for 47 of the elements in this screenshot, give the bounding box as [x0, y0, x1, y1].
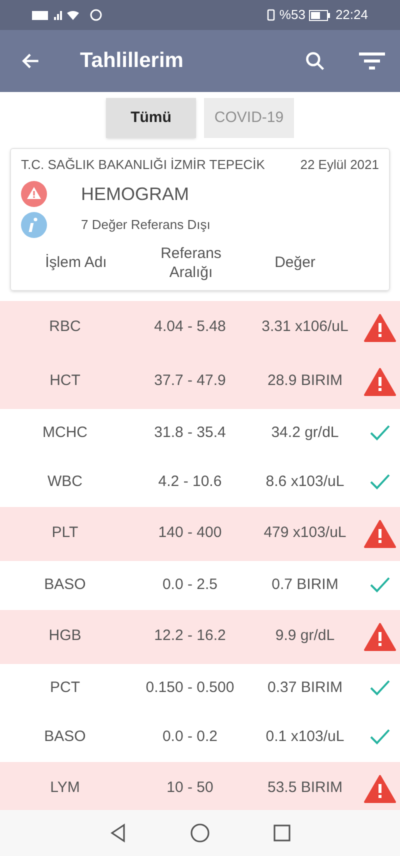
column-header: Değer: [274, 253, 316, 272]
battery-icon: [309, 10, 332, 20]
test-code: LYM: [49, 778, 81, 798]
summary-text: 7 Değer Referans Dışı: [81, 216, 210, 234]
result-value: 0.1 x103/uL: [264, 726, 346, 747]
result-value: 0.37 BIRIM: [266, 678, 344, 698]
test-code: MCHC: [42, 422, 88, 443]
test-code: WBC: [46, 472, 84, 492]
result-value: 34.2 gr/dL: [270, 422, 340, 443]
filter-tab[interactable]: Tümü: [106, 98, 196, 138]
warning-icon: [21, 181, 47, 207]
reference-range: 0.0 - 0.2: [161, 726, 219, 747]
test-code: PLT: [50, 523, 80, 544]
result-value: 9.9 gr/dL: [274, 626, 336, 646]
institution-name: T.C. SAĞLIK BAKANLIĞI İZMİR TEPECİK: [21, 156, 265, 174]
test-code: BASO: [43, 726, 87, 747]
reference-range: 10 - 50: [166, 778, 214, 798]
result-value: 479 x103/uL: [262, 523, 348, 544]
column-header: İşlem Adı: [44, 253, 108, 272]
test-name: HEMOGRAM: [81, 182, 189, 206]
reference-range: 140 - 400: [157, 523, 223, 544]
result-value: 8.6 x103/uL: [264, 472, 346, 492]
reference-range: 4.04 - 5.48: [153, 317, 227, 338]
result-value: 3.31 x106/uL: [260, 317, 350, 338]
battery-percent: %53: [279, 6, 306, 24]
reference-range: 12.2 - 16.2: [153, 626, 227, 646]
screen-title: Tahlillerim: [80, 48, 184, 74]
column-header: Referans Aralığı: [160, 244, 222, 282]
result-value: 53.5 BIRIM: [266, 778, 344, 798]
info-icon: [21, 212, 47, 238]
result-value: 0.7 BIRIM: [270, 574, 340, 595]
test-code: HCT: [48, 371, 82, 392]
reference-range: 4.2 - 10.6: [157, 472, 223, 492]
recents-button[interactable]: [271, 822, 293, 844]
home-button[interactable]: [189, 822, 211, 844]
reference-range: 0.150 - 0.500: [144, 678, 236, 698]
test-code: BASO: [43, 574, 87, 595]
clock: 22:24: [335, 6, 368, 24]
test-code: HGB: [48, 626, 82, 646]
reference-range: 37.7 - 47.9: [153, 371, 227, 392]
report-date: 22 Eylül 2021: [300, 156, 379, 174]
reference-range: 0.0 - 2.5: [161, 574, 219, 595]
test-code: RBC: [48, 317, 82, 338]
test-code: PCT: [49, 678, 81, 698]
result-value: 28.9 BIRIM: [266, 371, 344, 392]
reference-range: 31.8 - 35.4: [153, 422, 227, 443]
vibrate-icon: [265, 9, 278, 21]
